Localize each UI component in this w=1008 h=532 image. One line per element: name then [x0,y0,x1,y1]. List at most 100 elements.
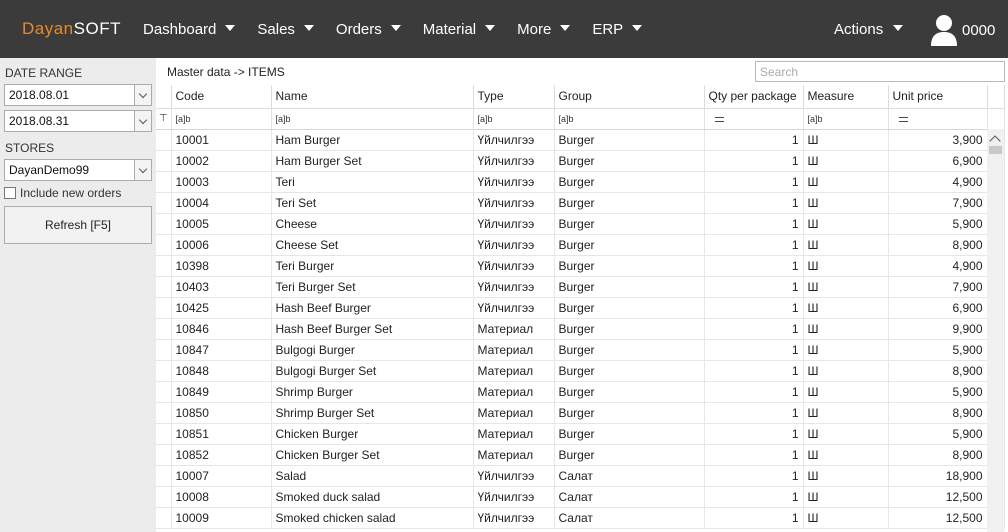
table-row[interactable]: 10848 Bulgogi Burger Set Материал Burger 1 Ш 8… [156,360,1005,382]
cell-type[interactable]: Материал [473,402,555,424]
dayansoft-logo[interactable]: Dayan SOFT [22,18,121,40]
cell-type[interactable]: Үйлчилгээ [473,213,555,235]
column-header-type[interactable]: Type [473,85,555,109]
row-indicator[interactable] [156,465,172,487]
cell-unit-price[interactable]: 18,900 [888,465,988,487]
cell-group[interactable]: Burger [554,402,705,424]
cell-code[interactable]: 10006 [171,234,272,256]
cell-name[interactable]: Smoked duck salad [271,486,474,508]
cell-qty[interactable]: 1 [704,486,804,508]
cell-group[interactable]: Burger [554,255,705,277]
cell-qty[interactable]: 1 [704,381,804,403]
table-row[interactable]: 10847 Bulgogi Burger Материал Burger 1 Ш 5,900 [156,339,1005,361]
cell-code[interactable]: 10009 [171,507,272,529]
cell-name[interactable]: Ham Burger [271,129,474,151]
row-indicator[interactable] [156,234,172,256]
row-indicator[interactable] [156,444,172,466]
cell-type[interactable]: Материал [473,339,555,361]
date-to-picker[interactable]: 2018.08.31 [4,110,152,132]
table-row[interactable]: 10846 Hash Beef Burger Set Материал Burger 1… [156,318,1005,340]
cell-code[interactable]: 10403 [171,276,272,298]
table-row[interactable]: 10008 Smoked duck salad Үйлчилгээ Салат 1 Ш 12… [156,486,1005,508]
cell-code[interactable]: 10847 [171,339,272,361]
row-indicator[interactable] [156,486,172,508]
cell-name[interactable]: Chicken Burger Set [271,444,474,466]
menu-sales[interactable]: Sales [246,0,325,58]
cell-code[interactable]: 10425 [171,297,272,319]
cell-type[interactable]: Үйлчилгээ [473,465,555,487]
cell-type[interactable]: Материал [473,318,555,340]
cell-unit-price[interactable]: 6,900 [888,297,988,319]
grid-vertical-scrollbar[interactable] [987,129,1004,532]
cell-group[interactable]: Салат [554,486,705,508]
cell-group[interactable]: Burger [554,129,705,151]
cell-name[interactable]: Ham Burger Set [271,150,474,172]
filter-measure[interactable]: [a]b [803,108,889,130]
cell-unit-price[interactable]: 7,900 [888,276,988,298]
cell-qty[interactable]: 1 [704,507,804,529]
cell-type[interactable]: Үйлчилгээ [473,486,555,508]
chevron-down-icon[interactable] [134,111,151,131]
cell-type[interactable]: Үйлчилгээ [473,192,555,214]
cell-group[interactable]: Burger [554,213,705,235]
menu-more[interactable]: More [506,0,581,58]
column-header-unit-price[interactable]: Unit price [888,85,988,109]
cell-group[interactable]: Burger [554,171,705,193]
row-indicator[interactable] [156,276,172,298]
cell-measure[interactable]: Ш [803,507,889,529]
cell-measure[interactable]: Ш [803,234,889,256]
filter-qty[interactable] [704,108,804,130]
cell-code[interactable]: 10852 [171,444,272,466]
cell-qty[interactable]: 1 [704,234,804,256]
cell-group[interactable]: Салат [554,507,705,529]
table-row[interactable]: 10005 Cheese Үйлчилгээ Burger 1 Ш 5,900 [156,213,1005,235]
cell-measure[interactable]: Ш [803,465,889,487]
menu-dashboard[interactable]: Dashboard [132,0,246,58]
cell-name[interactable]: Salad [271,465,474,487]
row-indicator[interactable] [156,402,172,424]
cell-name[interactable]: Bulgogi Burger Set [271,360,474,382]
cell-unit-price[interactable]: 8,900 [888,444,988,466]
table-row[interactable]: 10403 Teri Burger Set Үйлчилгээ Burger 1 Ш 7,9… [156,276,1005,298]
cell-code[interactable]: 10851 [171,423,272,445]
cell-qty[interactable]: 1 [704,192,804,214]
table-row[interactable]: 10009 Smoked chicken salad Үйлчилгээ Салат 1… [156,507,1005,529]
cell-group[interactable]: Салат [554,465,705,487]
filter-type[interactable]: [a]b [473,108,555,130]
table-row[interactable]: 10002 Ham Burger Set Үйлчилгээ Burger 1 Ш 6,90… [156,150,1005,172]
cell-measure[interactable]: Ш [803,129,889,151]
cell-code[interactable]: 10846 [171,318,272,340]
filter-name[interactable]: [a]b [271,108,474,130]
cell-type[interactable]: Үйлчилгээ [473,171,555,193]
cell-measure[interactable]: Ш [803,423,889,445]
cell-qty[interactable]: 1 [704,129,804,151]
cell-group[interactable]: Burger [554,192,705,214]
refresh-button[interactable]: Refresh [F5] [4,206,152,244]
actions-menu[interactable]: Actions [824,0,913,58]
row-indicator[interactable] [156,318,172,340]
cell-group[interactable]: Burger [554,381,705,403]
cell-unit-price[interactable]: 3,900 [888,129,988,151]
cell-name[interactable]: Cheese [271,213,474,235]
row-indicator[interactable] [156,150,172,172]
cell-code[interactable]: 10003 [171,171,272,193]
cell-measure[interactable]: Ш [803,339,889,361]
chevron-down-icon[interactable] [134,85,151,105]
cell-code[interactable]: 10004 [171,192,272,214]
filter-unit-price[interactable] [888,108,988,130]
cell-qty[interactable]: 1 [704,444,804,466]
cell-group[interactable]: Burger [554,423,705,445]
cell-group[interactable]: Burger [554,318,705,340]
cell-unit-price[interactable]: 8,900 [888,360,988,382]
cell-name[interactable]: Shrimp Burger [271,381,474,403]
cell-code[interactable]: 10005 [171,213,272,235]
column-header-group[interactable]: Group [554,85,705,109]
row-indicator[interactable] [156,360,172,382]
table-row[interactable]: 10006 Cheese Set Үйлчилгээ Burger 1 Ш 8,900 [156,234,1005,256]
cell-code[interactable]: 10008 [171,486,272,508]
date-from-picker[interactable]: 2018.08.01 [4,84,152,106]
cell-unit-price[interactable]: 12,500 [888,507,988,529]
menu-material[interactable]: Material [412,0,506,58]
cell-measure[interactable]: Ш [803,171,889,193]
menu-erp[interactable]: ERP [581,0,653,58]
